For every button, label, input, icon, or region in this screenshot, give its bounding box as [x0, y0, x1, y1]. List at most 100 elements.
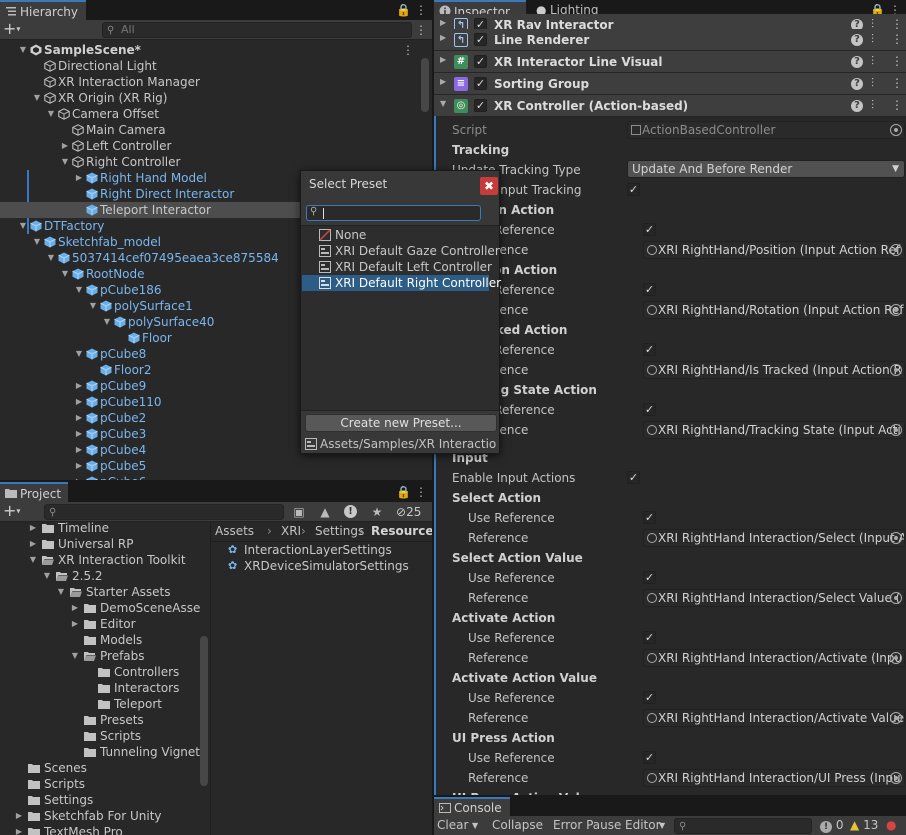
hierarchy-row[interactable]: ▶ pCube6 — [0, 474, 420, 480]
project-folder-row[interactable]: Teleport — [0, 696, 210, 712]
hierarchy-row[interactable]: ▼ XR Origin (XR Rig) — [0, 90, 420, 106]
enable-input-tracking-checkbox[interactable]: ✓ — [627, 183, 640, 196]
expand-down-icon[interactable]: ▼ — [32, 234, 42, 250]
project-folder-row[interactable]: Scenes — [0, 760, 210, 776]
component-header[interactable]: ▶ ≡ ✓ Sorting Group? ⫶ ⋮ — [434, 73, 906, 95]
expand-right-icon[interactable]: ▶ — [440, 77, 446, 86]
project-folder-row[interactable]: ▼ XR Interaction Toolkit — [0, 552, 210, 568]
object-picker-icon[interactable] — [890, 124, 902, 136]
object-picker-icon[interactable] — [890, 712, 902, 724]
object-picker-icon[interactable] — [890, 304, 902, 316]
reference-field[interactable]: XRI RightHand/Position (Input Action Ref — [643, 241, 905, 259]
reference-field[interactable]: XRI RightHand/Tracking State (Input Acti — [643, 421, 905, 439]
expand-right-icon[interactable]: ▶ — [74, 394, 84, 410]
expand-right-icon[interactable]: ▶ — [74, 426, 84, 442]
expand-right-icon[interactable]: ▶ — [70, 616, 80, 632]
breadcrumb-settings[interactable]: Settings — [315, 522, 364, 540]
presets-icon[interactable]: ⫶ — [871, 98, 874, 113]
close-button[interactable]: ✖ — [480, 177, 498, 195]
object-picker-icon[interactable] — [890, 424, 902, 436]
expand-down-icon[interactable]: ▼ — [46, 106, 56, 122]
editor-dropdown-icon[interactable]: ▼ — [659, 816, 665, 835]
hierarchy-row[interactable]: XR Interaction Manager — [0, 74, 420, 90]
asset-item[interactable]: ✿ InteractionLayerSettings — [228, 542, 428, 558]
hierarchy-row[interactable]: ▶ pCube5 — [0, 458, 420, 474]
lock-icon[interactable]: 🔒 — [396, 2, 411, 18]
presets-icon[interactable]: ⫶ — [871, 54, 874, 69]
expand-down-icon[interactable]: ▼ — [28, 552, 38, 568]
expand-down-icon[interactable]: ▼ — [74, 282, 84, 298]
expand-right-icon[interactable]: ▶ — [14, 824, 24, 835]
project-folder-row[interactable]: Controllers — [0, 664, 210, 680]
object-picker-icon[interactable] — [890, 532, 902, 544]
preset-search-input[interactable]: ⚲ — [306, 205, 481, 221]
script-field[interactable]: ActionBasedController — [627, 121, 905, 139]
project-folder-row[interactable]: Tunneling Vignet — [0, 744, 210, 760]
use-reference-checkbox[interactable]: ✓ — [643, 403, 656, 416]
preset-item[interactable]: XRI Default Gaze Controller — [301, 243, 500, 259]
help-icon[interactable]: ? — [851, 56, 863, 68]
help-icon[interactable]: ? — [851, 78, 863, 90]
component-header[interactable]: ▶ # ✓ XR Interactor Line Visual? ⫶ ⋮ — [434, 51, 906, 73]
reference-field[interactable]: XRI RightHand Interaction/Activate (Inpu — [643, 649, 905, 667]
enable-input-actions-checkbox[interactable]: ✓ — [627, 471, 640, 484]
object-picker-icon[interactable] — [890, 772, 902, 784]
expand-right-icon[interactable]: ▶ — [74, 442, 84, 458]
more-menu-icon[interactable]: ⋮ — [414, 484, 428, 500]
clear-dropdown-icon[interactable]: ▼ — [472, 816, 478, 835]
project-folder-row[interactable]: ▶ Sketchfab For Unity — [0, 808, 210, 824]
reference-field[interactable]: XRI RightHand Interaction/Select (Input … — [643, 529, 905, 547]
expand-right-icon[interactable]: ▶ — [440, 18, 446, 27]
expand-right-icon[interactable]: ▶ — [440, 33, 446, 42]
object-picker-icon[interactable] — [890, 364, 902, 376]
scene-more-icon[interactable]: ⋮ — [402, 42, 414, 58]
add-icon[interactable]: +▾ — [3, 20, 20, 39]
type-filter-icon[interactable]: ▲ — [318, 504, 332, 520]
preset-item-selected[interactable]: XRI Default Right Controller — [302, 275, 501, 291]
breadcrumb-xri[interactable]: XRI — [281, 522, 301, 540]
use-reference-checkbox[interactable]: ✓ — [643, 631, 656, 644]
expand-right-icon[interactable]: ▶ — [60, 138, 70, 154]
hierarchy-row[interactable]: ▶ Left Controller — [0, 138, 420, 154]
expand-down-icon[interactable]: ▼ — [74, 346, 84, 362]
expand-right-icon[interactable]: ▶ — [74, 410, 84, 426]
lock-icon[interactable]: 🔒 — [396, 484, 411, 500]
use-reference-checkbox[interactable]: ✓ — [643, 223, 656, 236]
object-picker-icon[interactable] — [890, 592, 902, 604]
project-folder-row[interactable]: Scripts — [0, 728, 210, 744]
component-enabled-checkbox[interactable]: ✓ — [474, 99, 487, 112]
preset-item-none[interactable]: None — [301, 227, 499, 243]
hierarchy-row[interactable]: Directional Light — [0, 58, 420, 74]
expand-right-icon[interactable]: ▶ — [28, 536, 38, 552]
more-menu-icon[interactable]: ⋮ — [414, 22, 428, 38]
component-menu-icon[interactable]: ⋮ — [891, 98, 903, 112]
scene-root-row[interactable]: ▼ SampleScene* ⋮ — [0, 42, 420, 58]
tab-project[interactable]: Project — [0, 482, 68, 502]
project-folder-row[interactable]: ▼ Starter Assets — [0, 584, 210, 600]
more-menu-icon[interactable]: ⋮ — [414, 2, 428, 18]
expand-down-icon[interactable]: ▼ — [42, 568, 52, 584]
issues-icon[interactable]: ! — [344, 505, 357, 518]
breadcrumb-assets[interactable]: Assets — [215, 522, 254, 540]
project-folder-row[interactable]: ▼ Prefabs — [0, 648, 210, 664]
expand-right-icon[interactable]: ▶ — [28, 520, 38, 536]
project-folder-row[interactable]: ▶ DemoSceneAsse — [0, 600, 210, 616]
expand-down-icon[interactable]: ▼ — [440, 99, 446, 108]
add-icon[interactable]: +▾ — [3, 502, 20, 521]
project-folder-row[interactable]: Presets — [0, 712, 210, 728]
asset-item[interactable]: ✿ XRDeviceSimulatorSettings — [228, 558, 428, 574]
project-tree-scrollbar[interactable] — [200, 636, 208, 786]
use-reference-checkbox[interactable]: ✓ — [643, 343, 656, 356]
expand-right-icon[interactable]: ▶ — [74, 170, 84, 186]
component-header[interactable]: ▶ ↰ ✓ Line Renderer? ⫶ ⋮ — [434, 29, 906, 51]
project-folder-row[interactable]: Settings — [0, 792, 210, 808]
hierarchy-row[interactable]: Main Camera — [0, 122, 420, 138]
project-folder-row[interactable]: ▶ Editor — [0, 616, 210, 632]
expand-down-icon[interactable]: ▼ — [60, 154, 70, 170]
use-reference-checkbox[interactable]: ✓ — [643, 511, 656, 524]
expand-down-icon[interactable]: ▼ — [56, 584, 66, 600]
update-tracking-dropdown[interactable]: Update And Before Render ▼ — [627, 160, 905, 178]
component-menu-icon[interactable]: ⋮ — [891, 32, 903, 46]
expand-right-icon[interactable]: ▶ — [74, 474, 84, 480]
use-reference-checkbox[interactable]: ✓ — [643, 751, 656, 764]
